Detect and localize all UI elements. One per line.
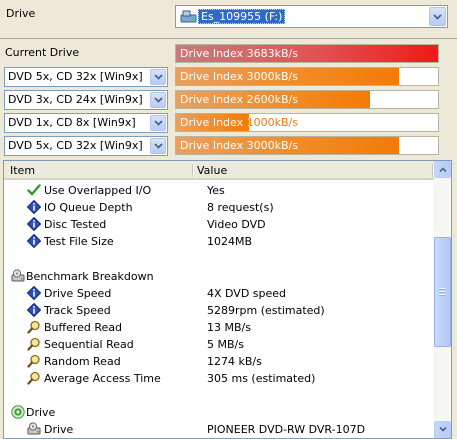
separator [0, 38, 457, 39]
comparison-bar-text: Drive Index 3000kB/s [180, 139, 298, 152]
chevron-up-icon [438, 167, 447, 172]
list-row[interactable]: Drive Speed 4X DVD speed [4, 285, 432, 302]
row-value: 305 ms (estimated) [207, 372, 316, 386]
row-name: Track Speed [44, 303, 111, 317]
row-value: Video DVD [207, 218, 266, 232]
chevron-down-icon [438, 427, 447, 432]
list-row[interactable]: Buffered Read 13 MB/s [4, 319, 432, 336]
comparison-bar-text: Drive Index 2600kB/s [180, 93, 298, 106]
row-value: 8 request(s) [207, 201, 274, 215]
magnifier-icon [27, 354, 41, 368]
disc-icon [11, 405, 25, 419]
column-divider[interactable] [432, 164, 433, 177]
comparison-dropdown-button[interactable] [150, 115, 166, 131]
drive-dropdown-button[interactable] [429, 7, 446, 26]
comparison-combo-text: DVD 5x, CD 32x [Win9x] [8, 139, 143, 152]
row-name: Use Overlapped I/O [44, 184, 152, 197]
row-value: 1274 kB/s [207, 355, 262, 368]
drive-icon [27, 422, 41, 436]
current-drive-bar: Drive Index 3683kB/s [175, 44, 439, 63]
drive-select-value: Es_109955 (F:) [198, 9, 286, 24]
current-drive-label: Current Drive [5, 46, 80, 59]
comparison-bar-text: Drive Index 3000kB/s [180, 70, 298, 83]
row-value: 5 MB/s [207, 337, 244, 351]
list-row[interactable]: Random Read 1274 kB/s [4, 353, 432, 370]
scroll-up-button[interactable] [434, 161, 451, 178]
magnifier-icon [27, 320, 41, 334]
column-header-value[interactable]: Value [197, 164, 227, 177]
magnifier-icon [27, 337, 41, 351]
list-row [4, 250, 432, 267]
info-icon [26, 302, 42, 317]
row-name: Drive [26, 406, 56, 420]
info-icon [26, 234, 42, 249]
comparison-combo-text: DVD 5x, CD 32x [Win9x] [8, 70, 143, 83]
check-icon [27, 183, 41, 197]
comparison-combo-1[interactable]: DVD 5x, CD 32x [Win9x] [4, 67, 168, 87]
chevron-down-icon [153, 143, 163, 149]
list-row[interactable]: Sequential Read 5 MB/s [4, 336, 432, 353]
comparison-combo-text: DVD 1x, CD 8x [Win9x] [8, 116, 136, 129]
list-row[interactable]: Use Overlapped I/O Yes [4, 182, 432, 199]
row-name: Average Access Time [44, 372, 161, 386]
row-value: 1024MB [207, 235, 253, 249]
list-header: Item Value [4, 161, 434, 180]
list-row[interactable]: Average Access Time 305 ms (estimated) [4, 370, 432, 387]
info-icon [26, 285, 42, 300]
results-list[interactable]: Item Value Use Overlapped I/O Yes IO Queue… [3, 160, 452, 439]
comparison-bar-2: Drive Index 2600kB/s [175, 90, 439, 109]
row-value: Yes [207, 184, 225, 197]
list-row[interactable]: Track Speed 5289rpm (estimated) [4, 302, 432, 319]
row-value: 5289rpm (estimated) [207, 303, 325, 317]
magnifier-icon [27, 371, 41, 385]
chevron-down-icon [153, 74, 163, 80]
current-drive-bar-text: Drive Index 3683kB/s [180, 47, 298, 60]
row-name: Buffered Read [44, 320, 123, 334]
list-row[interactable]: Test File Size 1024MB [4, 233, 432, 250]
row-name: Benchmark Breakdown [26, 269, 154, 283]
row-name: Disc Tested [44, 218, 107, 232]
comparison-bar-1: Drive Index 3000kB/s [175, 67, 439, 86]
vertical-scrollbar[interactable] [434, 161, 451, 438]
list-row[interactable]: Drive PIONEER DVD-RW DVR-107D [4, 421, 432, 438]
row-name: Random Read [44, 355, 121, 368]
info-icon [26, 216, 42, 232]
drive-select[interactable]: Es_109955 (F:) [175, 5, 448, 28]
row-name: Sequential Read [44, 337, 134, 351]
row-value: 4X DVD speed [207, 286, 287, 300]
group-row[interactable]: Drive [4, 404, 432, 421]
chevron-down-icon [153, 120, 163, 126]
removable-drive-icon [180, 10, 197, 23]
comparison-dropdown-button[interactable] [150, 92, 166, 108]
list-row[interactable]: IO Queue Depth 8 request(s) [4, 199, 432, 216]
row-value: PIONEER DVD-RW DVR-107D [207, 423, 366, 437]
info-icon [26, 199, 42, 215]
comparison-dropdown-button[interactable] [150, 138, 166, 154]
comparison-combo-2[interactable]: DVD 3x, CD 24x [Win9x] [4, 90, 168, 110]
row-name: Drive [44, 423, 74, 437]
chevron-down-icon [153, 97, 163, 103]
scroll-down-button[interactable] [434, 421, 451, 438]
drive-label: Drive [6, 7, 36, 20]
chevron-down-icon [433, 13, 442, 20]
comparison-dropdown-button[interactable] [150, 69, 166, 85]
comparison-bar-4: Drive Index 3000kB/s [175, 136, 439, 155]
row-name: IO Queue Depth [44, 201, 133, 215]
group-row[interactable]: Benchmark Breakdown [4, 268, 432, 285]
scroll-thumb[interactable] [434, 237, 451, 347]
comparison-bar-3: Drive Index 1000kB/s Drive Index 1000kB/… [175, 113, 439, 132]
row-name: Drive Speed [44, 286, 112, 300]
column-header-item[interactable]: Item [10, 164, 35, 177]
list-row [4, 387, 432, 404]
row-name: Test File Size [44, 235, 114, 249]
comparison-combo-text: DVD 3x, CD 24x [Win9x] [8, 93, 143, 106]
comparison-combo-4[interactable]: DVD 5x, CD 32x [Win9x] [4, 136, 168, 156]
column-divider[interactable] [192, 164, 193, 177]
row-value: 13 MB/s [207, 320, 251, 334]
comparison-combo-3[interactable]: DVD 1x, CD 8x [Win9x] [4, 113, 168, 133]
drive-icon [11, 268, 25, 283]
list-row[interactable]: Disc Tested Video DVD [4, 216, 432, 233]
